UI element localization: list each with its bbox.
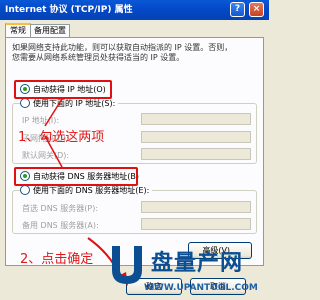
tcpip-properties-dialog: Internet 协议 (TCP/IP) 属性 ? × 常规 备用配置 如果网络… <box>0 0 269 300</box>
watermark-site: WWW.UPANTOOL.COM <box>144 283 258 293</box>
annotation-step2: 2、点击确定 <box>20 252 94 267</box>
annotation-step1: 1、勾选这两项 <box>18 130 105 145</box>
watermark-brand: 盘量产网 <box>151 251 244 276</box>
watermark-logo: 盘量产网 WWW.UPANTOOL.COM <box>104 240 269 300</box>
arrow-line-1 <box>44 98 63 127</box>
u-disk-logo-icon <box>112 246 142 284</box>
